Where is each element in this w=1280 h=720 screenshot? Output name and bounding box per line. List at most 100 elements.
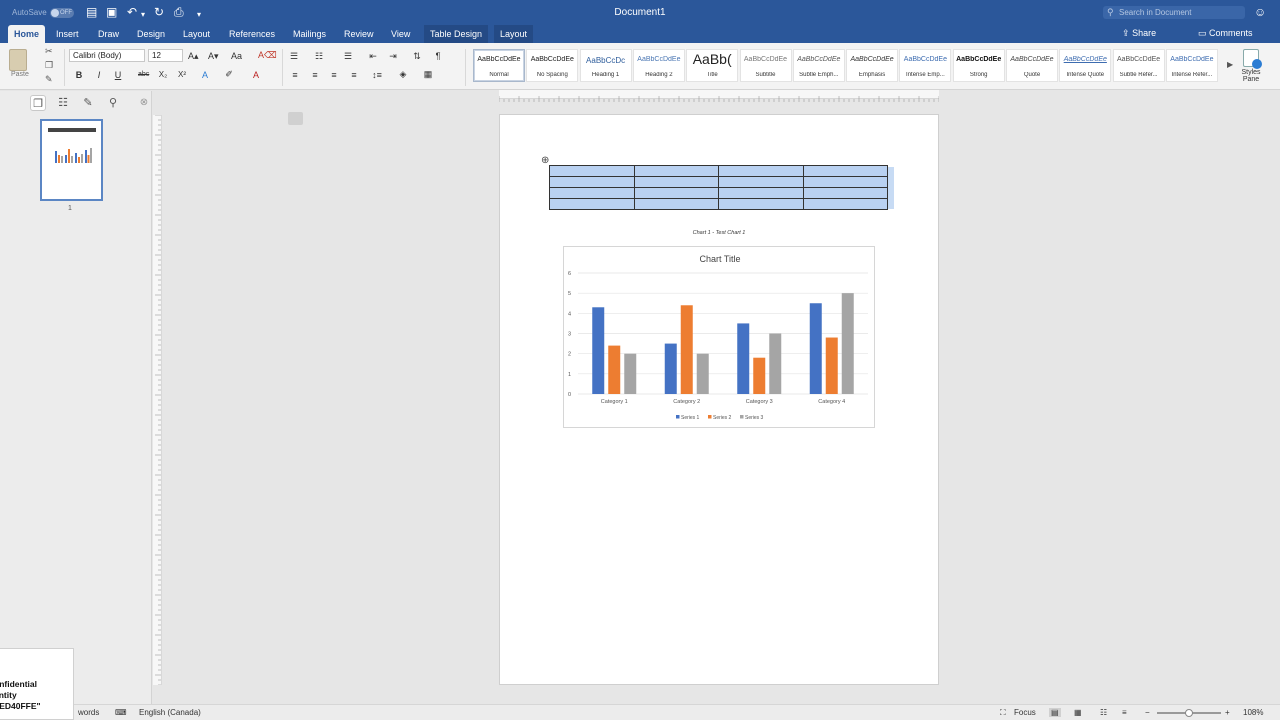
table-cell[interactable] xyxy=(549,187,635,199)
zoom-slider-handle[interactable] xyxy=(1185,709,1193,717)
show-formatting-icon[interactable]: ¶ xyxy=(433,50,443,62)
tab-layout[interactable]: Layout xyxy=(177,25,216,43)
embedded-chart[interactable]: Chart Title 0 1 2 3 4 5 6 Category 1 Category 2 Ca… xyxy=(563,246,875,428)
tab-home[interactable]: Home xyxy=(8,25,46,43)
font-size-select[interactable]: 12 xyxy=(148,49,183,62)
zoom-level[interactable]: 108% xyxy=(1243,708,1263,717)
numbering-icon[interactable]: ☷ xyxy=(314,50,324,62)
table-cell[interactable] xyxy=(549,198,635,210)
notification-toast[interactable]: onfidential entity FED40FFE" xyxy=(0,648,74,720)
print-layout-icon[interactable]: ▤ xyxy=(1049,708,1061,717)
text-effects-icon[interactable]: A xyxy=(200,69,210,81)
highlight-icon[interactable]: ✐ xyxy=(224,68,234,80)
format-painter-icon[interactable]: ✎ xyxy=(45,74,53,85)
tab-mailings[interactable]: Mailings xyxy=(287,25,332,43)
style-intense-quote[interactable]: AaBbCcDdEe Intense Quote xyxy=(1059,49,1112,82)
table-cell[interactable] xyxy=(549,165,635,177)
decrease-indent-icon[interactable]: ⇤ xyxy=(368,50,378,62)
style-intense-emp[interactable]: AaBbCcDdEe Intense Emp... xyxy=(899,49,952,82)
style-quote[interactable]: AaBbCcDdEe Quote xyxy=(1006,49,1058,82)
sort-icon[interactable]: ⇅ xyxy=(412,50,422,62)
copy-icon[interactable]: ❐ xyxy=(45,60,53,71)
styles-gallery-next-icon[interactable]: ▶ xyxy=(1227,60,1233,69)
grow-font-icon[interactable]: A▴ xyxy=(188,50,199,62)
tab-table-design[interactable]: Table Design xyxy=(424,25,489,43)
style-no-spacing[interactable]: AaBbCcDdEe No Spacing xyxy=(526,49,579,82)
align-center-icon[interactable]: ≡ xyxy=(310,69,320,81)
document-table[interactable] xyxy=(549,165,888,210)
table-cell[interactable] xyxy=(802,176,888,188)
web-layout-icon[interactable]: ▦ xyxy=(1074,708,1082,717)
change-case-icon[interactable]: Aa xyxy=(231,50,242,62)
justify-icon[interactable]: ≡ xyxy=(349,69,359,81)
style-heading-1[interactable]: AaBbCcDc Heading 1 xyxy=(579,49,632,82)
style-subtle-emph[interactable]: AaBbCcDdEe Subtle Emph... xyxy=(792,49,845,82)
subscript-button[interactable]: X₂ xyxy=(158,69,168,81)
underline-button[interactable]: U xyxy=(113,69,123,81)
bullets-icon[interactable]: ☰ xyxy=(289,50,299,62)
focus-button[interactable]: Focus xyxy=(1014,708,1036,717)
table-cell[interactable] xyxy=(718,198,804,210)
tab-view[interactable]: View xyxy=(385,25,416,43)
paste-clipboard-icon[interactable] xyxy=(9,49,27,71)
style-title[interactable]: AaBb(Title xyxy=(686,49,739,82)
table-cell[interactable] xyxy=(802,165,888,177)
table-cell[interactable] xyxy=(718,165,804,177)
focus-icon[interactable]: ⛶ xyxy=(1000,708,1006,718)
feedback-smiley-icon[interactable]: ☺ xyxy=(1254,5,1266,19)
strikethrough-button[interactable]: abc xyxy=(138,69,149,81)
tab-design[interactable]: Design xyxy=(131,25,171,43)
tab-draw[interactable]: Draw xyxy=(92,25,125,43)
close-pane-icon[interactable]: ⊗ xyxy=(136,95,152,111)
comments-button[interactable]: ▭ Comments xyxy=(1198,28,1253,39)
style-emphasis[interactable]: AaBbCcDdEe Emphasis xyxy=(846,49,899,82)
align-left-icon[interactable]: ≡ xyxy=(290,69,300,81)
language-status[interactable]: English (Canada) xyxy=(139,708,201,717)
table-cell[interactable] xyxy=(633,198,719,210)
shading-icon[interactable]: ◈ xyxy=(398,68,408,80)
table-cell[interactable] xyxy=(802,187,888,199)
superscript-button[interactable]: X² xyxy=(177,69,187,81)
find-icon[interactable]: ⚲ xyxy=(105,95,121,111)
zoom-in-icon[interactable]: + xyxy=(1225,708,1230,717)
table-cell[interactable] xyxy=(549,176,635,188)
style-heading-2[interactable]: AaBbCcDdEe Heading 2 xyxy=(632,49,685,82)
cut-icon[interactable]: ✂ xyxy=(45,46,53,57)
increase-indent-icon[interactable]: ⇥ xyxy=(388,50,398,62)
italic-button[interactable]: I xyxy=(94,69,104,81)
thumbnails-icon[interactable]: ❐ xyxy=(30,95,46,111)
font-color-icon[interactable]: A xyxy=(251,69,261,81)
table-cell[interactable] xyxy=(802,198,888,210)
tab-review[interactable]: Review xyxy=(338,25,380,43)
draft-icon[interactable]: ≡ xyxy=(1122,708,1127,717)
line-spacing-icon[interactable]: ↕≡ xyxy=(372,69,382,81)
clear-formatting-icon[interactable]: A⌫ xyxy=(258,49,277,61)
word-count[interactable]: words xyxy=(78,708,99,717)
outline-icon[interactable]: ☷ xyxy=(1100,708,1107,717)
zoom-out-icon[interactable]: − xyxy=(1145,708,1150,717)
table-cell[interactable] xyxy=(718,187,804,199)
document-map-icon[interactable]: ☷ xyxy=(55,95,71,111)
table-cell[interactable] xyxy=(718,176,804,188)
font-name-select[interactable]: Calibri (Body) xyxy=(69,49,145,62)
tab-insert[interactable]: Insert xyxy=(50,25,85,43)
shrink-font-icon[interactable]: A▾ xyxy=(208,50,219,62)
style-intense-refer[interactable]: AaBbCcDdEe Intense Refer... xyxy=(1165,49,1218,82)
table-cell[interactable] xyxy=(633,187,719,199)
proofing-icon[interactable]: ⌨ xyxy=(115,708,127,717)
table-cell[interactable] xyxy=(633,165,719,177)
borders-icon[interactable]: ▦ xyxy=(423,68,433,80)
page-thumbnail[interactable] xyxy=(40,119,103,201)
horizontal-ruler[interactable] xyxy=(498,90,940,102)
reviewing-pane-icon[interactable]: ✎ xyxy=(80,95,96,111)
share-button[interactable]: ⇪ Share xyxy=(1122,28,1156,39)
multilevel-list-icon[interactable]: ☰ xyxy=(343,50,353,62)
table-cell[interactable] xyxy=(633,176,719,188)
style-normal[interactable]: AaBbCcDdEe Normal xyxy=(473,49,525,82)
align-right-icon[interactable]: ≡ xyxy=(329,69,339,81)
style-subtle-refer[interactable]: AaBbCcDdEe Subtle Refer... xyxy=(1112,49,1165,82)
bold-button[interactable]: B xyxy=(74,69,84,81)
search-input[interactable]: ⚲ Search in Document xyxy=(1103,6,1245,19)
style-strong[interactable]: AaBbCcDdEe Strong xyxy=(952,49,1005,82)
tab-table-layout[interactable]: Layout xyxy=(494,25,534,43)
